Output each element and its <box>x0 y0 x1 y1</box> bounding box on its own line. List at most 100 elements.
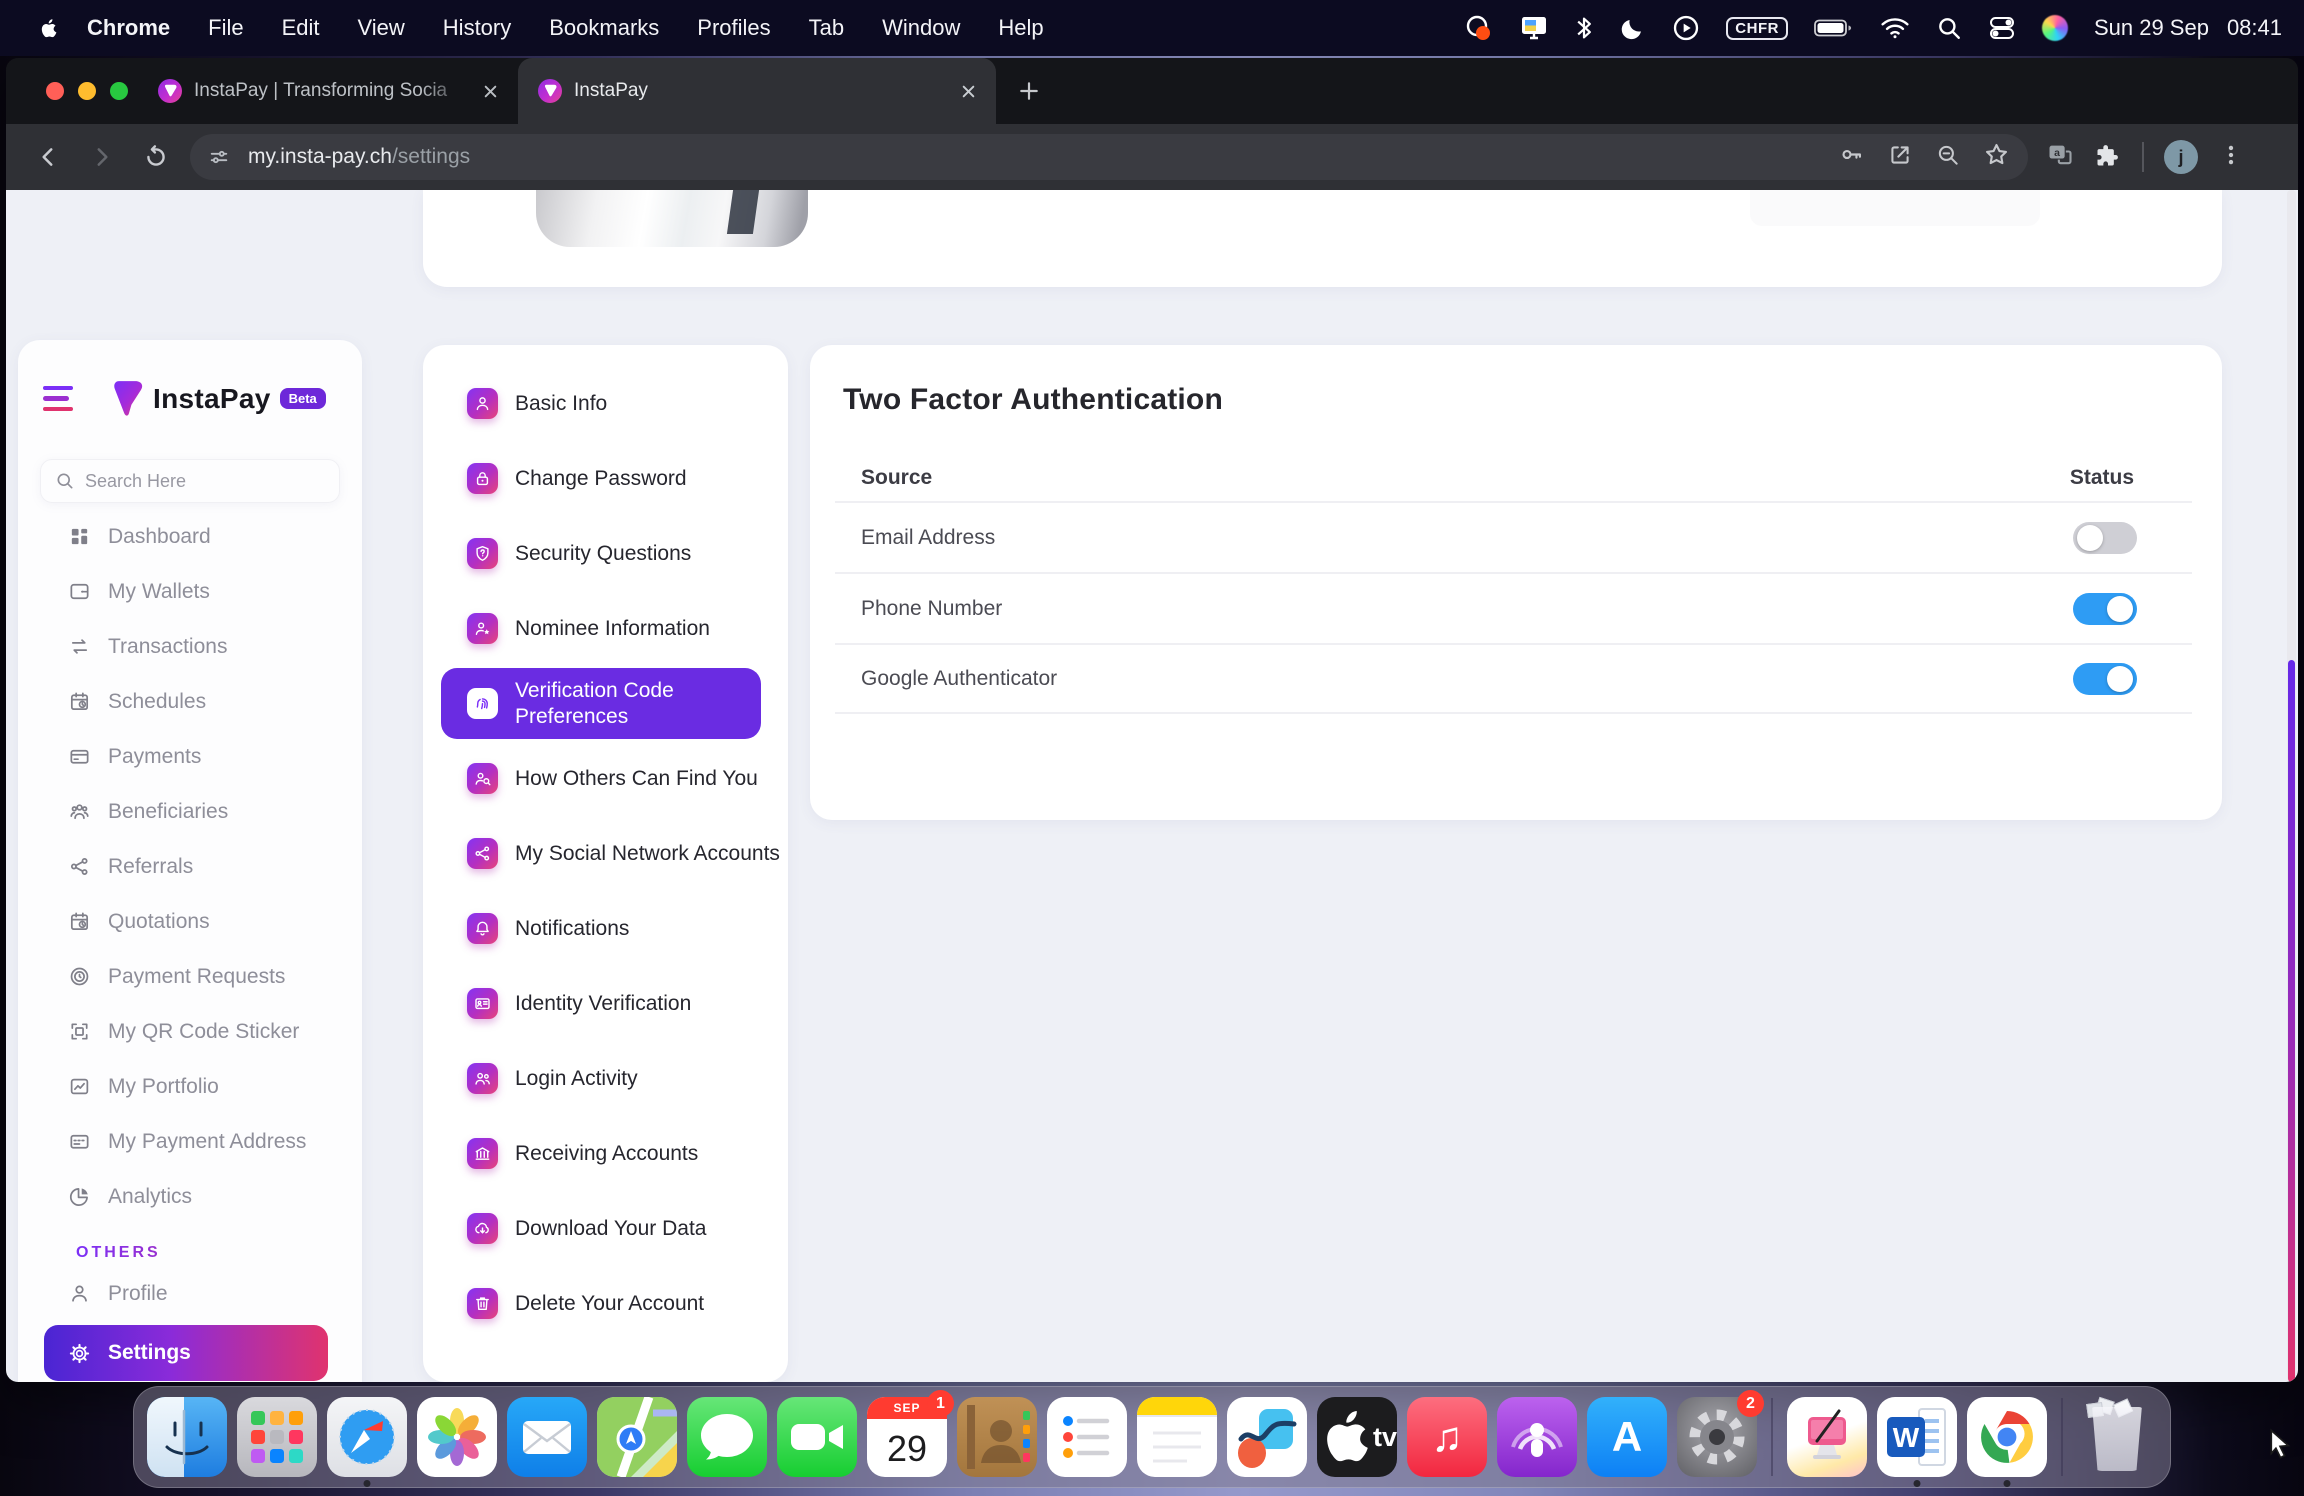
sidebar-item-dashboard[interactable]: Dashboard <box>18 509 362 564</box>
scrollbar-thumb[interactable] <box>2288 660 2295 1382</box>
new-tab-button[interactable] <box>1012 74 1046 108</box>
dock-cleanmymac-icon[interactable] <box>1787 1397 1867 1477</box>
dock-notes-icon[interactable] <box>1137 1397 1217 1477</box>
dock-word-icon[interactable]: W <box>1877 1397 1957 1477</box>
sidebar-item-analytics[interactable]: Analytics <box>18 1169 362 1224</box>
dock-trash-icon[interactable] <box>2077 1397 2157 1477</box>
settings-item-change-password[interactable]: Change Password <box>423 441 788 516</box>
site-info-icon[interactable] <box>200 138 238 176</box>
passwords-key-icon[interactable] <box>1838 141 1865 173</box>
hamburger-menu-icon[interactable] <box>43 386 73 412</box>
url-text[interactable]: my.insta-pay.ch/settings <box>248 145 1838 169</box>
dock-maps-icon[interactable] <box>597 1397 677 1477</box>
chfr-badge[interactable]: CHFR <box>1726 17 1788 40</box>
back-button[interactable] <box>28 137 68 177</box>
settings-item-verification-code-preferences[interactable]: Verification Code Preferences <box>441 668 761 739</box>
settings-item-receiving-accounts[interactable]: Receiving Accounts <box>423 1116 788 1191</box>
dock-launchpad-icon[interactable] <box>237 1397 317 1477</box>
dock-messages-icon[interactable] <box>687 1397 767 1477</box>
settings-item-identity-verification[interactable]: Identity Verification <box>423 966 788 1041</box>
settings-item-basic-info[interactable]: Basic Info <box>423 366 788 441</box>
settings-item-notifications[interactable]: Notifications <box>423 891 788 966</box>
sidebar-item-beneficiaries[interactable]: Beneficiaries <box>18 784 362 839</box>
settings-item-delete-your-account[interactable]: Delete Your Account <box>423 1266 788 1341</box>
profile-photo[interactable] <box>536 190 808 247</box>
email-address-toggle[interactable] <box>2073 522 2137 554</box>
dock-finder-icon[interactable] <box>147 1397 227 1477</box>
sidebar-item-profile[interactable]: Profile <box>18 1266 362 1321</box>
forward-button[interactable] <box>82 137 122 177</box>
settings-item-download-your-data[interactable]: Download Your Data <box>423 1191 788 1266</box>
sidebar-item-my-payment-address[interactable]: My Payment Address <box>18 1114 362 1169</box>
dock-photos-icon[interactable] <box>417 1397 497 1477</box>
window-zoom-button[interactable] <box>110 82 128 100</box>
menu-profiles[interactable]: Profiles <box>697 15 770 41</box>
menu-bookmarks[interactable]: Bookmarks <box>549 15 659 41</box>
dock-system-settings-icon[interactable]: 2 <box>1677 1397 1757 1477</box>
bluetooth-icon[interactable] <box>1575 11 1593 45</box>
sidebar-item-qr-code-sticker[interactable]: My QR Code Sticker <box>18 1004 362 1059</box>
sidebar-item-my-wallets[interactable]: My Wallets <box>18 564 362 619</box>
dock-podcasts-icon[interactable] <box>1497 1397 1577 1477</box>
instapay-logo[interactable]: InstaPay Beta <box>113 380 326 417</box>
dock-music-icon[interactable]: ♫ <box>1407 1397 1487 1477</box>
zoom-out-icon[interactable] <box>1935 142 1961 173</box>
sidebar-item-my-portfolio[interactable]: My Portfolio <box>18 1059 362 1114</box>
chrome-menu-kebab-icon[interactable] <box>2218 142 2244 173</box>
menu-history[interactable]: History <box>443 15 511 41</box>
translate-icon[interactable]: a <box>2046 141 2074 174</box>
menu-bar-time[interactable]: 08:41 <box>2227 15 2282 41</box>
extensions-puzzle-icon[interactable] <box>2094 141 2122 174</box>
dock-freeform-icon[interactable] <box>1227 1397 1307 1477</box>
bookmark-star-icon[interactable] <box>1983 141 2010 173</box>
profile-avatar[interactable]: j <box>2164 140 2198 174</box>
wifi-icon[interactable] <box>1880 11 1910 45</box>
dock-calendar-icon[interactable]: 1 SEP 29 <box>867 1397 947 1477</box>
settings-item-nominee-information[interactable]: Nominee Information <box>423 591 788 666</box>
phone-number-toggle[interactable] <box>2073 593 2137 625</box>
menu-view[interactable]: View <box>358 15 405 41</box>
window-close-button[interactable] <box>46 82 64 100</box>
tab-close-icon[interactable] <box>956 79 980 103</box>
dock-apple-tv-icon[interactable]: tv <box>1317 1397 1397 1477</box>
tab-instapay-app[interactable]: InstaPay <box>518 58 996 124</box>
sidebar-item-quotations[interactable]: Quotations <box>18 894 362 949</box>
settings-item-login-activity[interactable]: Login Activity <box>423 1041 788 1116</box>
dock-mail-icon[interactable] <box>507 1397 587 1477</box>
siri-icon[interactable] <box>2042 15 2068 41</box>
settings-item-how-others-can-find-you[interactable]: How Others Can Find You <box>423 741 788 816</box>
sidebar-item-payment-requests[interactable]: Payment Requests <box>18 949 362 1004</box>
dock-safari-icon[interactable] <box>327 1397 407 1477</box>
display-mirroring-icon[interactable] <box>1519 11 1549 45</box>
dock-app-store-icon[interactable]: A <box>1587 1397 1667 1477</box>
header-action-button[interactable] <box>1750 190 2040 226</box>
menu-file[interactable]: File <box>208 15 243 41</box>
focus-moon-icon[interactable] <box>1619 11 1646 45</box>
window-minimize-button[interactable] <box>78 82 96 100</box>
settings-item-security-questions[interactable]: Security Questions <box>423 516 788 591</box>
play-status-icon[interactable] <box>1672 11 1700 45</box>
battery-icon[interactable] <box>1814 11 1854 45</box>
status-app-icon[interactable] <box>1463 11 1493 45</box>
dock-contacts-icon[interactable] <box>957 1397 1037 1477</box>
reload-button[interactable] <box>136 137 176 177</box>
sidebar-item-settings[interactable]: Settings <box>44 1325 328 1381</box>
settings-item-social-network-accounts[interactable]: My Social Network Accounts <box>423 816 788 891</box>
address-bar[interactable]: my.insta-pay.ch/settings <box>190 134 2028 180</box>
sidebar-item-schedules[interactable]: Schedules <box>18 674 362 729</box>
sidebar-item-transactions[interactable]: Transactions <box>18 619 362 674</box>
menu-edit[interactable]: Edit <box>282 15 320 41</box>
apple-menu-icon[interactable] <box>38 17 57 40</box>
open-in-new-icon[interactable] <box>1887 142 1913 173</box>
menu-help[interactable]: Help <box>998 15 1043 41</box>
menu-window[interactable]: Window <box>882 15 960 41</box>
spotlight-search-icon[interactable] <box>1936 11 1962 45</box>
page-scrollbar[interactable] <box>2287 190 2296 1382</box>
menu-chrome[interactable]: Chrome <box>87 15 170 41</box>
dock-chrome-icon[interactable] <box>1967 1397 2047 1477</box>
menu-tab[interactable]: Tab <box>809 15 844 41</box>
sidebar-item-payments[interactable]: Payments <box>18 729 362 784</box>
dock-reminders-icon[interactable] <box>1047 1397 1127 1477</box>
sidebar-search-input[interactable]: Search Here <box>40 459 340 503</box>
tab-instapay-marketing[interactable]: InstaPay | Transforming Socia <box>140 58 512 124</box>
